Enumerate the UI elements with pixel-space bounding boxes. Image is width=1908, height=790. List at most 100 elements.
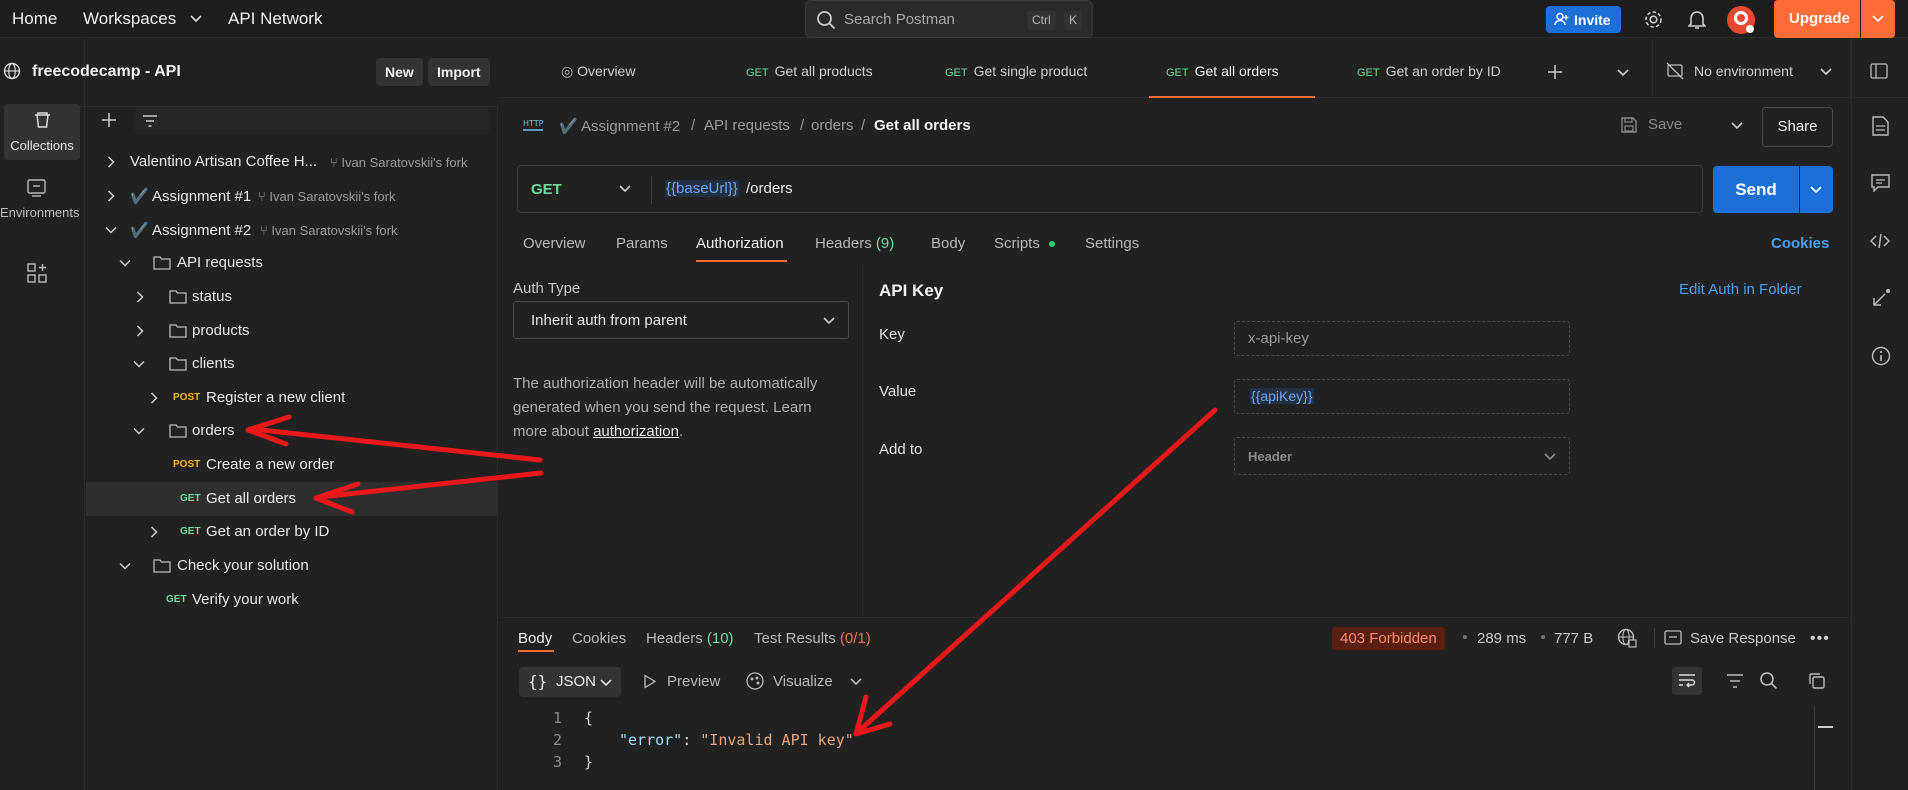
cookies-link[interactable]: Cookies (1771, 235, 1829, 252)
tree-request-create-order[interactable]: POST Create a new order (86, 448, 498, 482)
more-options-icon[interactable]: ••• (1810, 630, 1830, 648)
tab-headers[interactable]: Headers (9) (815, 235, 894, 252)
import-button[interactable]: Import (428, 58, 490, 86)
tab-overview[interactable]: ◎ Overview (561, 63, 635, 80)
chevron-down-icon[interactable] (119, 259, 131, 267)
tab-request-overview[interactable]: Overview (523, 235, 586, 252)
folder-icon (153, 558, 171, 573)
chevron-down-icon[interactable] (119, 562, 131, 570)
chevron-down-icon[interactable] (133, 360, 145, 368)
network-globe-icon[interactable] (1617, 628, 1637, 648)
avatar[interactable] (1726, 5, 1756, 35)
chevron-right-icon[interactable] (150, 526, 158, 538)
home-link[interactable]: Home (12, 9, 57, 29)
response-tab-cookies[interactable]: Cookies (572, 630, 626, 647)
tree-request-get-all-orders[interactable]: GET Get all orders (86, 482, 498, 516)
response-tab-test-results[interactable]: Test Results (0/1) (754, 630, 871, 647)
response-size[interactable]: 777 B (1554, 630, 1593, 647)
save-options-chevron-icon[interactable] (1731, 122, 1743, 130)
add-widget-icon[interactable] (27, 263, 47, 283)
add-to-select[interactable]: Header (1234, 437, 1570, 475)
response-time[interactable]: 289 ms (1477, 630, 1526, 647)
related-collections-icon[interactable] (1871, 288, 1891, 308)
tree-folder-status[interactable]: status (86, 280, 498, 314)
chevron-right-icon[interactable] (136, 291, 144, 303)
filter-icon[interactable] (1726, 673, 1744, 689)
tab-params[interactable]: Params (616, 235, 668, 252)
save-button[interactable]: Save (1620, 114, 1700, 140)
upgrade-button[interactable]: Upgrade (1774, 0, 1860, 38)
upgrade-menu-button[interactable] (1861, 0, 1895, 38)
tab-settings[interactable]: Settings (1085, 235, 1139, 252)
invite-button[interactable]: Invite (1546, 6, 1621, 33)
tab-get-all-orders[interactable]: GET Get all orders (1166, 63, 1279, 79)
search-input[interactable]: Search Postman Ctrl K (805, 0, 1093, 38)
code-icon[interactable] (1870, 233, 1890, 249)
comments-icon[interactable] (1871, 174, 1890, 192)
bell-icon[interactable] (1688, 9, 1706, 30)
method-select[interactable]: GET (518, 166, 650, 212)
filter-input[interactable] (135, 108, 489, 134)
tab-get-single-product[interactable]: GET Get single product (945, 63, 1087, 79)
tree-request-get-order-by-id[interactable]: GET Get an order by ID (86, 515, 498, 549)
tab-get-order-by-id[interactable]: GET Get an order by ID (1357, 63, 1501, 79)
chevron-right-icon[interactable] (107, 190, 115, 202)
breadcrumb-orders[interactable]: orders (811, 117, 854, 134)
rail-environments[interactable]: Environments (0, 176, 85, 226)
chevron-down-icon[interactable] (105, 226, 117, 234)
copy-icon[interactable] (1808, 672, 1826, 690)
preview-button[interactable]: Preview (641, 671, 721, 693)
search-icon[interactable] (1759, 671, 1778, 690)
rail-collections[interactable]: Collections (4, 104, 80, 160)
key-input[interactable]: x-api-key (1234, 321, 1570, 356)
scrollbar-track[interactable] (1814, 706, 1815, 790)
save-response-button[interactable]: Save Response (1664, 627, 1804, 649)
response-tab-headers[interactable]: Headers (10) (646, 630, 734, 647)
url-input[interactable]: {{baseUrl}} /orders (658, 166, 1698, 212)
tree-folder-products[interactable]: products (86, 314, 498, 348)
tree-folder-orders[interactable]: orders (86, 414, 498, 448)
api-network-link[interactable]: API Network (228, 9, 322, 29)
tree-folder-check-solution[interactable]: Check your solution (86, 549, 498, 583)
status-badge[interactable]: 403 Forbidden (1332, 627, 1445, 650)
chevron-right-icon[interactable] (136, 325, 144, 337)
tree-request-register-client[interactable]: POST Register a new client (86, 381, 498, 415)
auth-type-select[interactable]: Inherit auth from parent (513, 301, 849, 339)
tab-authorization[interactable]: Authorization (696, 235, 784, 252)
info-icon[interactable] (1871, 346, 1891, 366)
tab-scripts[interactable]: Scripts (994, 235, 1040, 252)
format-select[interactable]: {} JSON (519, 667, 621, 697)
tab-body[interactable]: Body (931, 235, 965, 252)
value-input[interactable]: {{apiKey}} (1234, 379, 1570, 414)
new-button[interactable]: New (376, 58, 423, 86)
tree-collection-assignment-2[interactable]: ✔️ Assignment #2 ⑂ Ivan Saratovskii's fo… (86, 213, 498, 247)
new-tab-plus-icon[interactable] (1547, 64, 1563, 80)
chevron-down-icon[interactable] (133, 427, 145, 435)
tree-folder-clients[interactable]: clients (86, 347, 498, 381)
tree-folder-api-requests[interactable]: API requests (86, 246, 498, 280)
gear-icon[interactable] (1643, 9, 1664, 30)
tabs-overflow-chevron-icon[interactable] (1617, 69, 1629, 77)
response-tab-body[interactable]: Body (518, 630, 552, 647)
documentation-icon[interactable] (1872, 116, 1889, 136)
workspaces-menu[interactable]: Workspaces (83, 9, 176, 29)
visualize-button[interactable]: Visualize (745, 671, 865, 693)
breadcrumb-api-requests[interactable]: API requests (704, 117, 790, 134)
environment-selector[interactable]: No environment (1666, 62, 1836, 82)
chevron-right-icon[interactable] (150, 392, 158, 404)
breadcrumb-assignment[interactable]: ✔️ Assignment #2 (559, 117, 680, 135)
authorization-link[interactable]: authorization (593, 423, 679, 440)
chevron-down-icon[interactable] (190, 15, 202, 23)
tab-get-all-products[interactable]: GET Get all products (746, 63, 873, 79)
wrap-lines-button[interactable] (1672, 667, 1702, 695)
tree-request-verify-work[interactable]: GET Verify your work (86, 583, 498, 617)
plus-icon[interactable] (101, 112, 117, 128)
edit-auth-link[interactable]: Edit Auth in Folder (1679, 281, 1802, 298)
chevron-right-icon[interactable] (107, 156, 115, 168)
tree-collection-assignment-1[interactable]: ✔️ Assignment #1 ⑂ Ivan Saratovskii's fo… (86, 179, 498, 213)
tree-collection-valentino[interactable]: Valentino Artisan Coffee H... ⑂ Ivan Sar… (86, 145, 498, 179)
trash-icon (34, 111, 51, 129)
share-button[interactable]: Share (1762, 107, 1833, 147)
send-options-button[interactable] (1800, 166, 1833, 213)
send-button[interactable]: Send (1713, 166, 1799, 213)
